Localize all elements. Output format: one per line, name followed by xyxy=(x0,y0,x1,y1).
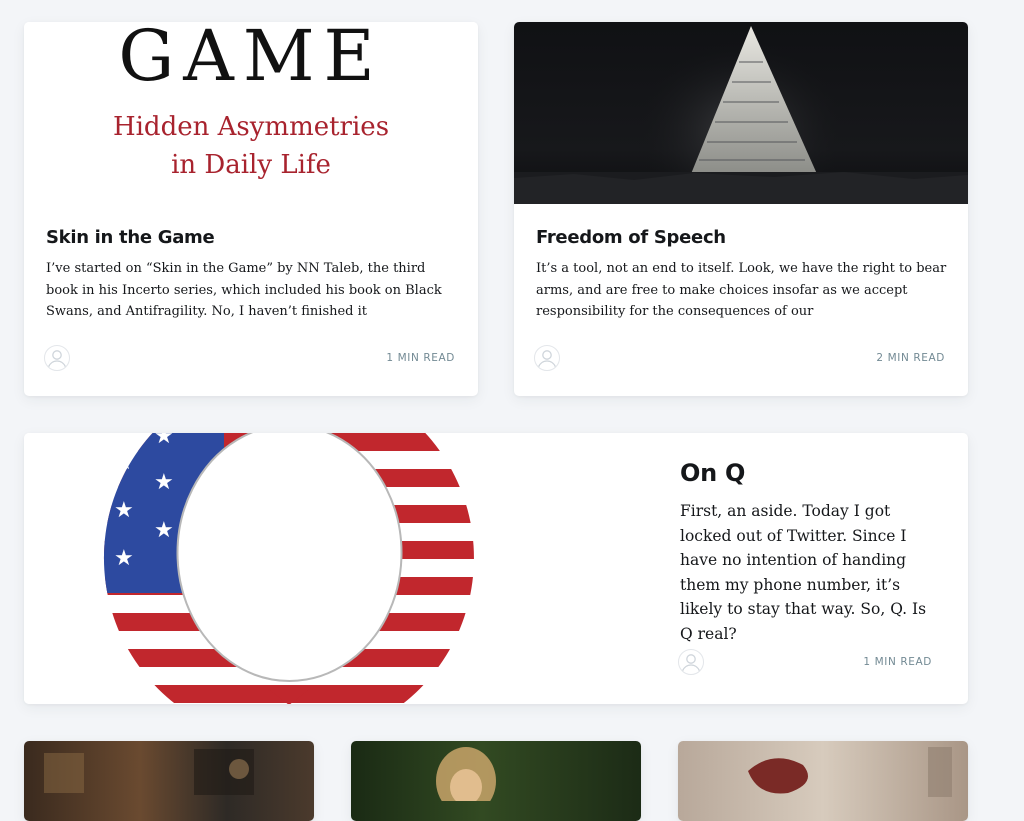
post-card-on-q[interactable]: ★ ★ ★ ★ ★ ★ On Q First, an aside. Today I g… xyxy=(24,433,968,704)
cover-text-subtitle-1: Hidden Asymmetries xyxy=(112,112,390,142)
post-cover-image[interactable] xyxy=(514,22,968,204)
svg-text:★: ★ xyxy=(114,546,134,571)
post-cover-image[interactable]: GAME Hidden Asymmetries in Daily Life xyxy=(24,22,478,204)
user-icon xyxy=(47,350,67,368)
post-meta: 2 MIN READ xyxy=(534,345,945,371)
reading-time: 1 MIN READ xyxy=(863,656,932,668)
svg-text:★: ★ xyxy=(154,470,174,495)
post-meta: 1 MIN READ xyxy=(678,649,932,675)
author-avatar[interactable] xyxy=(534,345,560,371)
post-excerpt: I’ve started on “Skin in the Game” by NN… xyxy=(46,261,442,319)
author-avatar[interactable] xyxy=(678,649,704,675)
post-card-partial-2[interactable] xyxy=(351,741,641,821)
post-title[interactable]: Freedom of Speech xyxy=(536,227,726,248)
svg-text:★: ★ xyxy=(154,433,174,449)
cover-text-game: GAME xyxy=(118,22,384,97)
cover-text-subtitle-2: in Daily Life xyxy=(171,150,331,180)
post-card-partial-3[interactable] xyxy=(678,741,968,821)
post-excerpt: First, an aside. Today I got locked out … xyxy=(680,502,927,643)
pyramid-illustration xyxy=(514,22,968,204)
user-icon xyxy=(681,654,701,672)
post-card-skin-in-the-game[interactable]: GAME Hidden Asymmetries in Daily Life Sk… xyxy=(24,22,478,396)
reading-time: 1 MIN READ xyxy=(386,352,455,364)
post-excerpt: It’s a tool, not an end to itself. Look,… xyxy=(536,261,947,319)
post-title[interactable]: On Q xyxy=(680,459,745,487)
user-icon xyxy=(537,350,557,368)
svg-text:★: ★ xyxy=(114,450,134,475)
post-cover-image[interactable] xyxy=(678,741,968,821)
q-flag-illustration: ★ ★ ★ ★ ★ ★ xyxy=(103,433,474,704)
reading-time: 2 MIN READ xyxy=(876,352,945,364)
author-avatar[interactable] xyxy=(44,345,70,371)
post-cover-image[interactable]: ★ ★ ★ ★ ★ ★ xyxy=(24,433,644,704)
post-cover-image[interactable] xyxy=(351,741,641,821)
svg-text:★: ★ xyxy=(154,518,174,543)
post-meta: 1 MIN READ xyxy=(44,345,455,371)
post-card-partial-1[interactable] xyxy=(24,741,314,821)
post-cover-image[interactable] xyxy=(24,741,314,821)
svg-text:★: ★ xyxy=(114,498,134,523)
post-title[interactable]: Skin in the Game xyxy=(46,227,215,248)
post-card-freedom-of-speech[interactable]: Freedom of Speech It’s a tool, not an en… xyxy=(514,22,968,396)
